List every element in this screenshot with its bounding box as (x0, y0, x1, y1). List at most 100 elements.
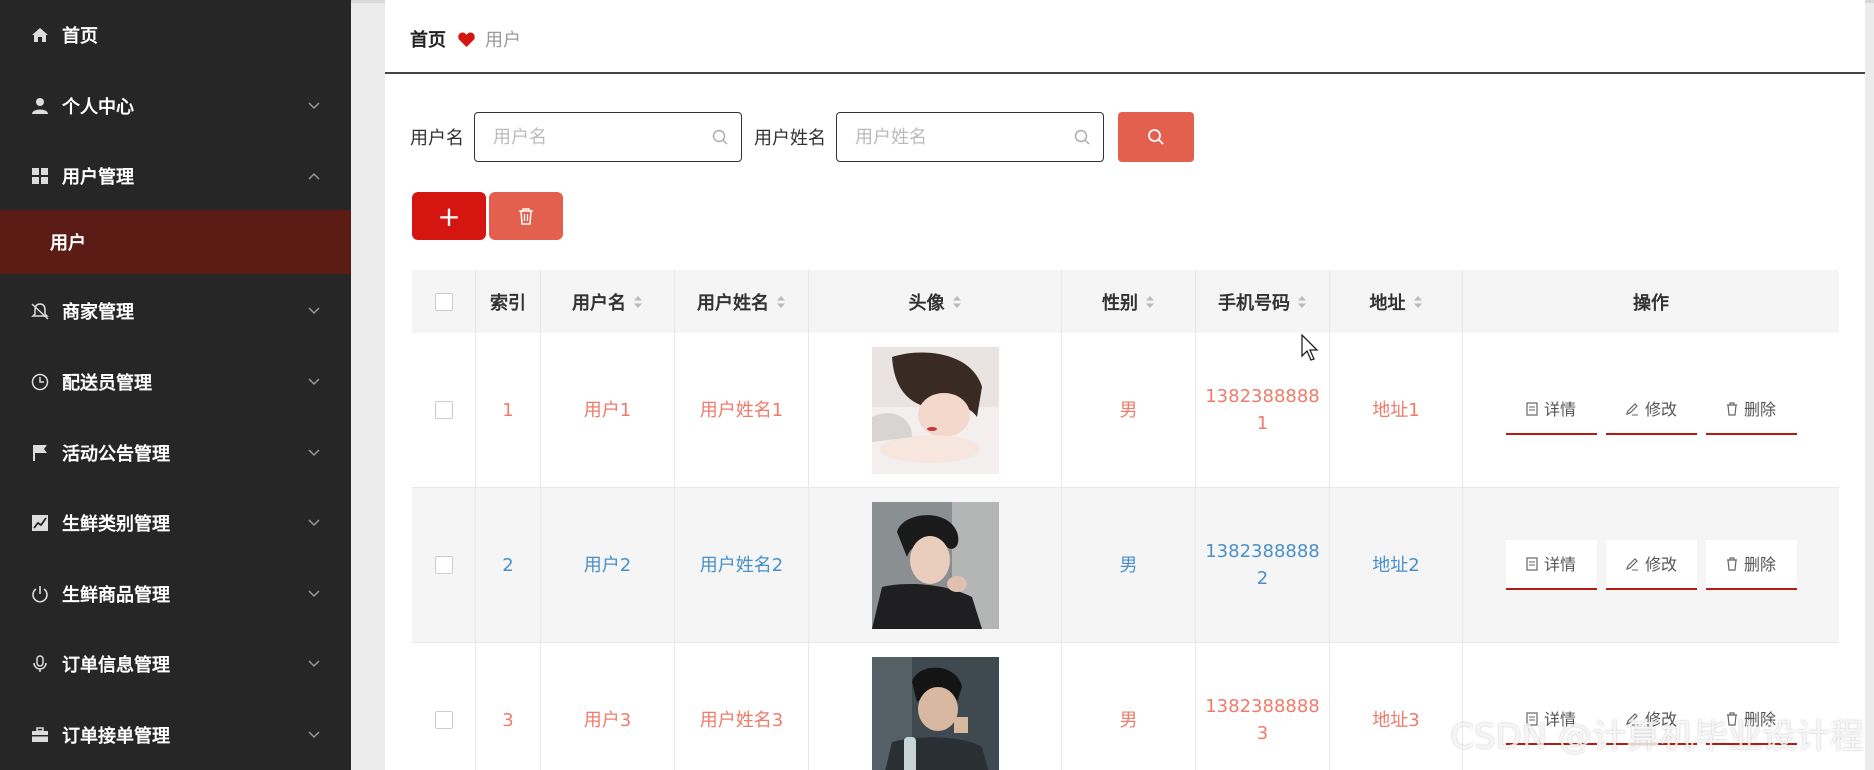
sidebar-item-label: 生鲜商品管理 (62, 585, 170, 606)
phone-line: 3 (1256, 723, 1269, 744)
header-label: 用户名 (572, 292, 626, 314)
cell-gender: 男 (1062, 333, 1196, 487)
sidebar-item-label: 生鲜类别管理 (62, 514, 170, 535)
header-label: 性别 (1102, 292, 1138, 314)
sidebar-item-order-accept-management[interactable]: 订单接单管理 (0, 700, 351, 770)
delete-button[interactable]: 删除 (1705, 540, 1797, 590)
row-select-cell (412, 643, 476, 770)
cell-gender: 男 (1062, 488, 1196, 642)
mic-icon (30, 654, 50, 674)
briefcase-icon (30, 725, 50, 745)
chart-icon (30, 513, 50, 533)
trash-icon (1726, 402, 1737, 416)
cell-index: 1 (476, 333, 541, 487)
sort-icon[interactable] (1297, 295, 1307, 309)
detail-button[interactable]: 详情 (1505, 385, 1597, 435)
chevron-down-icon (307, 728, 321, 742)
header-phone[interactable]: 手机号码 (1196, 270, 1330, 333)
sidebar-item-label: 订单信息管理 (62, 655, 170, 676)
edit-button[interactable]: 修改 (1605, 385, 1697, 435)
sidebar-item-personal-center[interactable]: 个人中心 (0, 71, 351, 141)
cell-username: 用户1 (541, 333, 675, 487)
username-search-input[interactable] (493, 126, 693, 148)
header-gender[interactable]: 性别 (1062, 270, 1196, 333)
header-label: 用户姓名 (697, 292, 769, 314)
avatar[interactable] (871, 501, 999, 629)
breadcrumb-current: 用户 (485, 30, 521, 51)
header-avatar[interactable]: 头像 (809, 270, 1062, 333)
breadcrumb-home[interactable]: 首页 (410, 26, 446, 52)
table-row: 2 用户2 用户姓名2 男 1382388888 2 地址2 详情 修改 删除 (412, 488, 1839, 643)
chevron-up-icon (307, 169, 321, 183)
delete-button[interactable]: 删除 (1705, 385, 1797, 435)
cell-actions: 详情 修改 删除 (1463, 488, 1839, 642)
table-header: 索引 用户名 用户姓名 头像 性别 手机号码 地址 操作 (412, 270, 1839, 333)
search-button[interactable] (1118, 112, 1194, 162)
sidebar-item-label: 活动公告管理 (62, 444, 170, 465)
sidebar-item-product-management[interactable]: 生鲜商品管理 (0, 559, 351, 629)
detail-button[interactable]: 详情 (1505, 540, 1597, 590)
watermark: CSDN @计算机毕业设计程 (1450, 717, 1864, 757)
name-search-field[interactable] (836, 112, 1104, 162)
flag-icon (30, 443, 50, 463)
search-icon (712, 129, 729, 150)
sidebar-item-category-management[interactable]: 生鲜类别管理 (0, 488, 351, 558)
document-icon (1526, 402, 1538, 416)
bell-off-icon (30, 301, 50, 321)
username-label: 用户名 (410, 128, 464, 149)
select-all-checkbox[interactable] (434, 292, 453, 311)
sidebar-item-announcement-management[interactable]: 活动公告管理 (0, 418, 351, 488)
edit-button[interactable]: 修改 (1605, 540, 1697, 590)
cell-address: 地址1 (1330, 333, 1463, 487)
batch-delete-button[interactable] (489, 192, 563, 240)
clock-icon (30, 372, 50, 392)
username-search-field[interactable] (474, 112, 742, 162)
row-checkbox[interactable] (434, 556, 453, 574)
header-name[interactable]: 用户姓名 (675, 270, 809, 333)
sort-icon[interactable] (1145, 295, 1155, 309)
chevron-down-icon (307, 516, 321, 530)
cell-name: 用户姓名3 (675, 643, 809, 770)
name-search-input[interactable] (855, 126, 1055, 148)
edit-icon (1626, 558, 1638, 571)
delete-label: 删除 (1743, 554, 1776, 574)
add-button[interactable]: + (412, 192, 486, 240)
sidebar-item-users[interactable]: 用户 (0, 210, 351, 274)
header-label: 头像 (908, 292, 945, 314)
sort-icon[interactable] (776, 295, 786, 309)
sidebar-item-merchant-management[interactable]: 商家管理 (0, 276, 351, 346)
sidebar-item-home[interactable]: 首页 (0, 0, 351, 70)
avatar[interactable] (871, 656, 999, 770)
cell-avatar (809, 643, 1062, 770)
select-all-cell (412, 270, 476, 333)
row-checkbox[interactable] (434, 401, 453, 419)
phone-line: 2 (1256, 568, 1269, 589)
sidebar-item-order-info-management[interactable]: 订单信息管理 (0, 629, 351, 699)
cell-address: 地址2 (1330, 488, 1463, 642)
sidebar-item-label: 用户 (50, 233, 86, 254)
breadcrumb-divider (385, 72, 1865, 74)
document-icon (1526, 557, 1538, 571)
user-icon (30, 96, 50, 116)
trash-icon (519, 208, 533, 225)
cell-index: 2 (476, 488, 541, 642)
cell-phone: 1382388888 2 (1196, 488, 1330, 642)
sort-icon[interactable] (952, 295, 962, 309)
sidebar-item-label: 首页 (62, 26, 98, 47)
sort-icon[interactable] (1413, 295, 1423, 309)
sort-icon[interactable] (633, 295, 643, 309)
users-table: 索引 用户名 用户姓名 头像 性别 手机号码 地址 操作 1 用户1 用户姓名1 (412, 270, 1839, 770)
chevron-down-icon (307, 375, 321, 389)
cell-username: 用户2 (541, 488, 675, 642)
breadcrumb: 首页 用户 (410, 26, 521, 52)
header-username[interactable]: 用户名 (541, 270, 675, 333)
sidebar-item-user-management[interactable]: 用户管理 (0, 141, 351, 211)
search-icon (1074, 129, 1091, 150)
sidebar-item-label: 配送员管理 (62, 373, 152, 394)
row-checkbox[interactable] (434, 711, 453, 729)
avatar[interactable] (871, 346, 999, 474)
home-icon (30, 25, 50, 45)
header-address[interactable]: 地址 (1330, 270, 1463, 333)
cell-phone: 1382388888 3 (1196, 643, 1330, 770)
sidebar-item-courier-management[interactable]: 配送员管理 (0, 347, 351, 417)
